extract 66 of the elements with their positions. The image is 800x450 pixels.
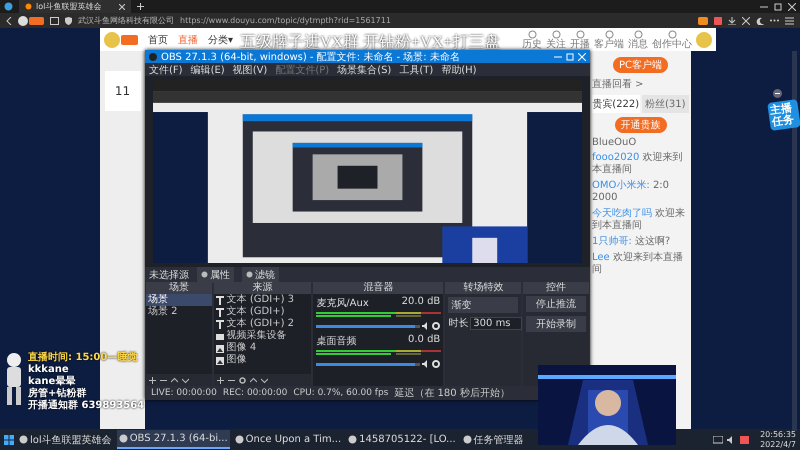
clock[interactable]: 20:56:35 2022/4/7 <box>760 430 796 450</box>
menu-item[interactable]: 视图(V) <box>232 62 268 76</box>
menu-item[interactable]: 场景集合(S) <box>337 62 392 76</box>
chat-message: 今天吃肉了吗 欢迎来到本直播间 <box>592 208 686 232</box>
chat-tab[interactable]: 贵宾(222) <box>592 95 640 113</box>
dock-title: 控件 <box>523 282 590 294</box>
control-button[interactable]: 停止推流 <box>526 296 586 312</box>
window-title: OBS 27.1.3 (64-bit, windows) - 配置文件: 未命名 - 场景: 未命名 <box>161 50 460 64</box>
nav-link[interactable]: 首页 <box>148 32 168 46</box>
control-button[interactable]: 开始录制 <box>526 316 586 332</box>
source-item[interactable]: 图像 <box>214 354 312 366</box>
url-field[interactable]: https://www.douyu.com/topic/dytmpth?rid=1561711 <box>180 16 391 25</box>
source-action-button[interactable]: 滤镜 <box>242 266 279 282</box>
scene-item[interactable]: 场景 2 <box>146 306 212 318</box>
menu-item[interactable]: 工具(T) <box>399 62 434 76</box>
status-text: CPU: 0.7%, 60.00 fps <box>293 388 388 398</box>
taskbar-item[interactable]: 1458705122- [LO... <box>346 429 458 450</box>
taskbar-item[interactable]: lol斗鱼联盟英雄会 <box>17 429 114 450</box>
nav-tool[interactable]: 关注 <box>546 30 566 50</box>
taskbar-item[interactable]: Once Upon a Tim... <box>232 429 344 450</box>
stream-title: 五级牌子进VX群 开钻粉+VX+打三盘 <box>240 32 500 52</box>
overlay-text: kkkane <box>28 364 70 376</box>
selection-status: 未选择源 <box>149 268 189 282</box>
source-item[interactable]: 文本 (GDI+) <box>214 306 312 318</box>
overlay-text: 房管+钻粉群 <box>28 388 88 400</box>
source-item[interactable]: 图像 4 <box>214 342 312 354</box>
nav-link[interactable]: 分类▾ <box>208 32 234 46</box>
vip-user: BlueOuO <box>592 137 638 148</box>
dock-title: 场景 <box>146 282 212 294</box>
menu-item[interactable]: 帮助(H) <box>441 62 477 76</box>
site-owner: 武汉斗鱼网络科技有限公司 <box>78 15 174 26</box>
chat-message: 1只帅哥: 这这啊? <box>592 236 672 248</box>
dock-title: 转场特效 <box>445 282 522 294</box>
chat-message: Lee 欢迎来到本直播间 <box>592 252 684 276</box>
browser-tab[interactable]: lol斗鱼联盟英雄会 <box>19 0 131 13</box>
overlay-text: kane晕晕 <box>28 376 76 387</box>
chat-message: OMO小米米: 2:0 2000 <box>592 180 670 204</box>
nav-tool[interactable]: 创作中心 <box>652 30 692 50</box>
chat-message: fooo2020 欢迎来到本直播间 <box>592 152 684 176</box>
status-text: REC: 00:00:00 <box>222 388 288 398</box>
side-card: 11 <box>104 71 140 111</box>
transition-select[interactable]: 渐变 <box>448 297 518 313</box>
source-item[interactable]: 文本 (GDI+) 2 <box>214 318 312 330</box>
chat-tab[interactable]: 粉丝(31) <box>642 95 689 113</box>
nav-tool[interactable]: 历史 <box>522 30 542 50</box>
track-name: 麦克风/Aux <box>316 296 369 310</box>
nav-tool[interactable]: 客户端 <box>594 30 624 50</box>
dock-title: 混音器 <box>313 282 444 294</box>
source-action-button[interactable]: 属性 <box>197 266 234 282</box>
nav-tool[interactable]: 消息 <box>628 30 648 50</box>
nav-tool[interactable]: 开播 <box>570 30 590 50</box>
taskbar-item[interactable]: OBS 27.1.3 (64-bi... <box>116 430 230 449</box>
menu-item[interactable]: 编辑(E) <box>190 62 225 76</box>
replay-link[interactable]: 直播回看 > <box>592 77 689 91</box>
taskbar-item[interactable]: 任务管理器 <box>460 429 526 450</box>
duration-label: 时长 <box>448 316 468 330</box>
scene-item[interactable]: 场景 <box>146 294 212 306</box>
status-text: 延迟（在 180 秒后开始） <box>394 386 510 400</box>
track-reading: 20.0 dB <box>402 296 440 309</box>
dock-title: 来源 <box>214 282 312 294</box>
status-text: LIVE: 00:00:00 <box>151 388 217 398</box>
duration-field[interactable]: 300 ms <box>470 316 522 330</box>
track-name: 桌面音频 <box>316 334 356 348</box>
source-item[interactable]: 视频采集设备 <box>214 330 312 342</box>
track-reading: 0.0 dB <box>408 334 440 347</box>
menu-item[interactable]: 文件(F) <box>149 62 183 76</box>
